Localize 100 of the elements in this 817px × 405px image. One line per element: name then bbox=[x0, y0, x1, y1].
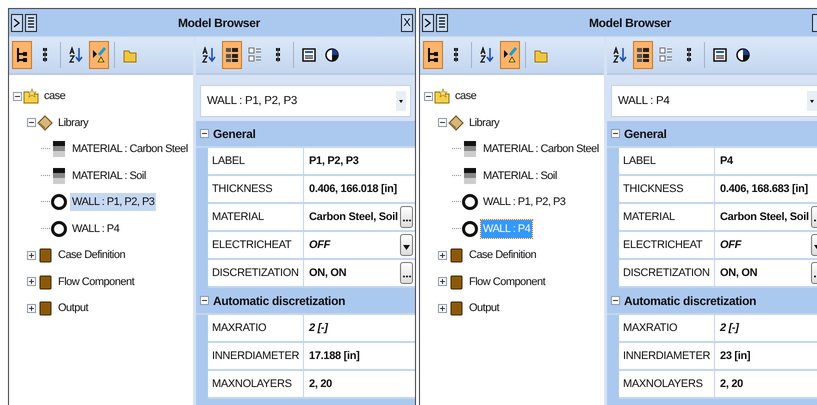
book-icon bbox=[448, 114, 464, 132]
property-name: DISCRETIZATION bbox=[208, 260, 304, 286]
caret-icon bbox=[807, 91, 817, 111]
collapse-icon[interactable] bbox=[611, 129, 620, 138]
folder-icon bbox=[37, 272, 53, 291]
tree-item[interactable]: MATERIAL : Soil bbox=[70, 166, 148, 185]
tree-item[interactable]: Case Definition bbox=[56, 246, 128, 264]
property-name: ELECTRICHEAT bbox=[208, 232, 304, 258]
tree-item[interactable]: MATERIAL : Soil bbox=[481, 166, 559, 185]
object-dropdown[interactable]: WALL : P4 bbox=[611, 85, 817, 117]
property-name: THICKNESS bbox=[619, 176, 715, 202]
property-value[interactable]: 2, 20 bbox=[720, 378, 817, 390]
property-value[interactable]: OFF bbox=[309, 239, 398, 251]
tree-item[interactable]: Flow Component bbox=[56, 272, 136, 291]
category-title: Automatic discretization bbox=[213, 294, 346, 308]
tree-item[interactable]: Case Definition bbox=[467, 246, 538, 264]
close-button[interactable]: X bbox=[401, 14, 413, 32]
tree-item[interactable]: MATERIAL : Carbon Steel bbox=[70, 140, 190, 158]
browse-button[interactable] bbox=[400, 206, 413, 228]
material-swatch-icon bbox=[51, 140, 67, 158]
property-name: THICKNESS bbox=[208, 176, 304, 202]
material-swatch-icon bbox=[462, 140, 478, 158]
property-value[interactable]: 2, 20 bbox=[309, 378, 413, 390]
property-value[interactable]: Carbon Steel, Soil bbox=[720, 211, 809, 223]
tree-item[interactable]: WALL : P4 bbox=[70, 220, 122, 238]
property-name: LABEL bbox=[619, 148, 715, 174]
tree-item[interactable]: Output bbox=[467, 299, 502, 318]
material-swatch-icon bbox=[462, 166, 478, 185]
collapse-icon[interactable] bbox=[424, 92, 433, 101]
ring-icon bbox=[462, 220, 478, 238]
categories-icon[interactable] bbox=[633, 41, 653, 69]
tree-item[interactable]: WALL : P1, P2, P3 bbox=[70, 193, 156, 212]
property-value[interactable]: 17.188 [in] bbox=[309, 350, 413, 362]
caret-icon bbox=[396, 91, 406, 111]
filter-icon[interactable] bbox=[500, 41, 520, 69]
property-value[interactable]: 0.406, 168.683 [in] bbox=[720, 183, 817, 195]
collapse-icon[interactable] bbox=[200, 129, 209, 138]
property-name: MAXNOLAYERS bbox=[619, 371, 715, 397]
property-name: LABEL bbox=[208, 148, 304, 174]
property-value[interactable]: 2 [-] bbox=[720, 322, 817, 334]
property-name: MAXRATIO bbox=[619, 315, 715, 341]
property-name: ELECTRICHEAT bbox=[619, 232, 715, 258]
project-folder-icon bbox=[434, 87, 450, 106]
collapse-icon[interactable] bbox=[611, 296, 620, 305]
expand-icon[interactable] bbox=[27, 277, 36, 286]
categories-icon[interactable] bbox=[222, 41, 242, 69]
tree-item[interactable]: WALL : P1, P2, P3 bbox=[481, 193, 568, 212]
collapse-icon[interactable] bbox=[200, 296, 209, 305]
collapse-icon[interactable] bbox=[27, 118, 36, 128]
folder-icon bbox=[448, 246, 464, 264]
property-value[interactable]: P4 bbox=[720, 155, 817, 167]
project-folder-icon bbox=[23, 87, 39, 106]
tree-item[interactable]: Library bbox=[467, 114, 502, 132]
tree-item[interactable]: case bbox=[453, 87, 478, 106]
filter-icon[interactable] bbox=[89, 41, 109, 69]
window-title: Model Browser bbox=[588, 16, 672, 30]
property-value[interactable]: P1, P2, P3 bbox=[309, 155, 413, 167]
object-dropdown[interactable]: WALL : P1, P2, P3 bbox=[200, 85, 411, 117]
expand-icon[interactable] bbox=[27, 250, 36, 260]
book-icon bbox=[37, 114, 53, 132]
ellipsis-icon bbox=[402, 275, 410, 278]
expand-icon[interactable] bbox=[422, 14, 434, 32]
collapse-icon[interactable] bbox=[438, 118, 447, 128]
tree-item[interactable]: case bbox=[42, 87, 68, 106]
property-name: MAXRATIO bbox=[208, 315, 304, 341]
menu-icon[interactable] bbox=[25, 14, 37, 32]
property-name: INNERDIAMETER bbox=[619, 343, 715, 369]
property-value[interactable]: Carbon Steel, Soil bbox=[309, 211, 398, 223]
folder-icon bbox=[448, 272, 464, 291]
property-value[interactable]: 0.406, 166.018 [in] bbox=[309, 183, 413, 195]
folder-icon bbox=[448, 299, 464, 318]
expand-icon[interactable] bbox=[438, 250, 447, 260]
category-title: General bbox=[213, 126, 256, 140]
property-name: DISCRETIZATION bbox=[619, 260, 715, 286]
ring-icon bbox=[51, 193, 67, 212]
tree-item[interactable]: Output bbox=[56, 299, 90, 318]
property-value[interactable]: ON, ON bbox=[309, 267, 398, 279]
collapse-icon[interactable] bbox=[13, 92, 22, 101]
tree-item[interactable]: Library bbox=[56, 114, 90, 132]
expand-icon[interactable] bbox=[438, 304, 447, 313]
property-value[interactable]: 23 [in] bbox=[720, 350, 817, 362]
tree-view-icon[interactable] bbox=[423, 41, 443, 69]
expand-icon[interactable] bbox=[27, 304, 36, 313]
folder-icon bbox=[37, 299, 53, 318]
expand-icon[interactable] bbox=[438, 277, 447, 286]
property-value[interactable]: ON, ON bbox=[720, 267, 809, 279]
window-title: Model Browser bbox=[176, 16, 262, 30]
menu-icon[interactable] bbox=[436, 14, 448, 32]
property-name: MAXNOLAYERS bbox=[208, 371, 304, 397]
tree-item[interactable]: MATERIAL : Carbon Steel bbox=[481, 140, 601, 158]
property-value[interactable]: 2 [-] bbox=[309, 322, 413, 334]
tree-view-icon[interactable] bbox=[12, 41, 32, 69]
property-name: MATERIAL bbox=[619, 204, 715, 230]
property-name: MATERIAL bbox=[208, 204, 304, 230]
dropdown-button[interactable] bbox=[400, 234, 413, 256]
tree-item[interactable]: Flow Component bbox=[467, 272, 548, 291]
browse-button[interactable] bbox=[400, 262, 413, 284]
property-value[interactable]: OFF bbox=[720, 239, 809, 251]
expand-icon[interactable] bbox=[11, 14, 23, 32]
caret-icon bbox=[403, 245, 410, 250]
